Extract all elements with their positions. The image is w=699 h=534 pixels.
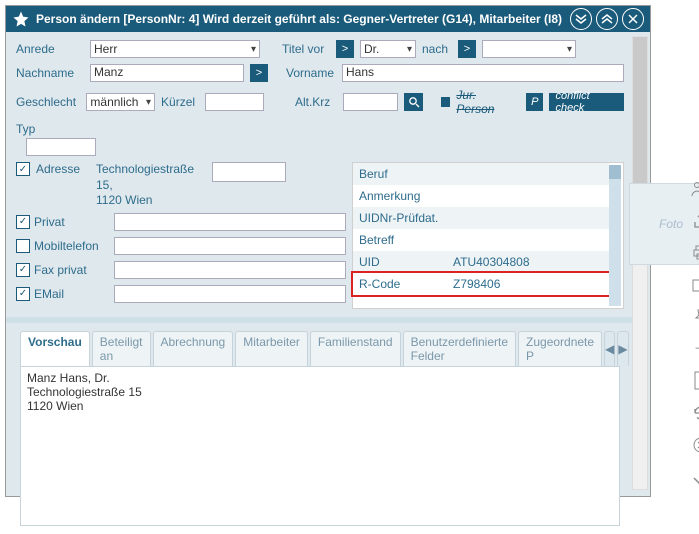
folder-icon[interactable]	[690, 274, 699, 296]
kuerzel-input[interactable]	[205, 93, 264, 111]
right-column: Beruf Anmerkung UIDNr-Prüfdat. Betreff UID AT…	[352, 162, 624, 309]
anrede-select[interactable]: Herr▾	[90, 40, 260, 58]
detail-label: UID	[359, 255, 449, 269]
refresh-icon[interactable]	[690, 402, 699, 424]
email-label: EMail	[34, 287, 110, 301]
star-icon	[12, 10, 30, 28]
mobil-checkbox[interactable]	[16, 239, 30, 253]
preview-line: Manz Hans, Dr.	[27, 371, 613, 385]
tab-beteiligt-an[interactable]: Beteiligt an	[92, 331, 151, 366]
people-icon[interactable]	[690, 178, 699, 200]
tab-familienstand[interactable]: Familienstand	[310, 331, 401, 366]
confirm-icon[interactable]	[690, 466, 699, 488]
altkrz-input[interactable]	[343, 93, 398, 111]
separator	[6, 317, 634, 323]
anrede-label: Anrede	[16, 42, 84, 56]
typ-input[interactable]	[26, 138, 96, 156]
close-button[interactable]	[622, 8, 644, 30]
tab-prev[interactable]: ◀	[604, 331, 615, 366]
window-title: Person ändern [PersonNr: 4] Wird derzeit…	[36, 12, 566, 26]
detail-row: UID ATU40304808	[353, 251, 609, 273]
page-search-icon[interactable]	[690, 370, 699, 392]
detail-label: UIDNr-Prüfdat.	[359, 211, 449, 225]
adresse-extra-input[interactable]	[212, 162, 286, 182]
tab-vorschau[interactable]: Vorschau	[20, 331, 90, 366]
vorname-label: Vorname	[286, 66, 336, 80]
conflict-check-button[interactable]: conflict check	[549, 93, 624, 111]
geschlecht-select[interactable]: männlich▾	[86, 93, 155, 111]
search-button[interactable]	[404, 93, 423, 111]
privat-label: Privat	[34, 215, 110, 229]
detail-row: Anmerkung	[353, 185, 609, 207]
tab-zugeordnete-p[interactable]: Zugeordnete P	[518, 331, 602, 366]
window-collapse-button[interactable]	[596, 8, 618, 30]
preview-line: Technologiestraße 15	[27, 385, 613, 399]
tab-mitarbeiter[interactable]: Mitarbeiter	[235, 331, 308, 366]
window-expand-button[interactable]	[570, 8, 592, 30]
preview-panel: Manz Hans, Dr. Technologiestraße 15 1120…	[20, 366, 620, 526]
cancel-icon[interactable]	[690, 434, 699, 456]
detail-label: Betreff	[359, 233, 449, 247]
detail-row: R-Code Z798406	[353, 273, 609, 295]
nachname-label: Nachname	[16, 66, 84, 80]
jurperson-checkbox[interactable]	[441, 97, 450, 107]
nachname-input[interactable]: Manz	[90, 64, 244, 82]
fax-input[interactable]	[114, 261, 346, 279]
detail-row: UIDNr-Prüfdat.	[353, 207, 609, 229]
detail-label: R-Code	[359, 277, 449, 291]
left-column: ✓ Adresse Technologiestraße15,1120 Wien …	[16, 162, 346, 309]
p-button[interactable]: P	[526, 93, 543, 111]
titelvor-move-button[interactable]: >	[336, 40, 354, 58]
tabs: VorschauBeteiligt anAbrechnungMitarbeite…	[16, 331, 624, 366]
mobil-input[interactable]	[114, 237, 346, 255]
kuerzel-label: Kürzel	[161, 95, 199, 109]
email-input[interactable]	[114, 285, 346, 303]
pin-icon[interactable]	[690, 306, 699, 328]
altkrz-label: Alt.Krz	[295, 95, 337, 109]
nach-label: nach	[422, 42, 452, 56]
right-scrollbar[interactable]	[609, 165, 621, 306]
vorname-input[interactable]: Hans	[342, 64, 624, 82]
mobil-label: Mobiltelefon	[34, 239, 110, 253]
plus-icon[interactable]: +	[690, 338, 699, 360]
nach-select[interactable]: ▾	[482, 40, 576, 58]
detail-row: Beruf	[353, 163, 609, 185]
email-checkbox[interactable]: ✓	[16, 287, 30, 301]
jurperson-label: Jur. Person	[456, 88, 514, 116]
right-scrollbar-thumb[interactable]	[609, 165, 621, 179]
tab-abrechnung[interactable]: Abrechnung	[153, 331, 234, 366]
detail-value: Z798406	[453, 277, 603, 291]
window: Person ändern [PersonNr: 4] Wird derzeit…	[5, 5, 651, 497]
adresse-label: Adresse	[36, 162, 90, 176]
privat-input[interactable]	[114, 213, 346, 231]
preview-line: 1120 Wien	[27, 399, 613, 413]
fax-label: Fax privat	[34, 263, 110, 277]
adresse-text: Technologiestraße15,1120 Wien	[96, 162, 206, 209]
nach-move-button[interactable]: >	[458, 40, 476, 58]
typ-label: Typ	[16, 122, 46, 136]
titelvor-label: Titel vor	[282, 42, 330, 56]
fax-checkbox[interactable]: ✓	[16, 263, 30, 277]
geschlecht-label: Geschlecht	[16, 95, 80, 109]
nachname-action-button[interactable]: >	[250, 64, 268, 82]
detail-label: Beruf	[359, 167, 449, 181]
tab-next[interactable]: ▶	[617, 331, 628, 366]
titelvor-select[interactable]: Dr.▾	[360, 40, 416, 58]
share-icon[interactable]	[690, 210, 699, 232]
tab-benutzerdefinierte-felder[interactable]: Benutzerdefinierte Felder	[403, 331, 516, 366]
form-body: Anrede Herr▾ Titel vor > Dr.▾ nach > ▾ N…	[6, 32, 634, 534]
titlebar: Person ändern [PersonNr: 4] Wird derzeit…	[6, 6, 650, 32]
detail-row: Betreff	[353, 229, 609, 251]
privat-checkbox[interactable]: ✓	[16, 215, 30, 229]
adresse-checkbox[interactable]: ✓	[16, 162, 30, 176]
sidebar-toolbar: +	[662, 178, 699, 488]
detail-label: Anmerkung	[359, 189, 449, 203]
print-icon[interactable]	[690, 242, 699, 264]
detail-value: ATU40304808	[453, 255, 603, 269]
